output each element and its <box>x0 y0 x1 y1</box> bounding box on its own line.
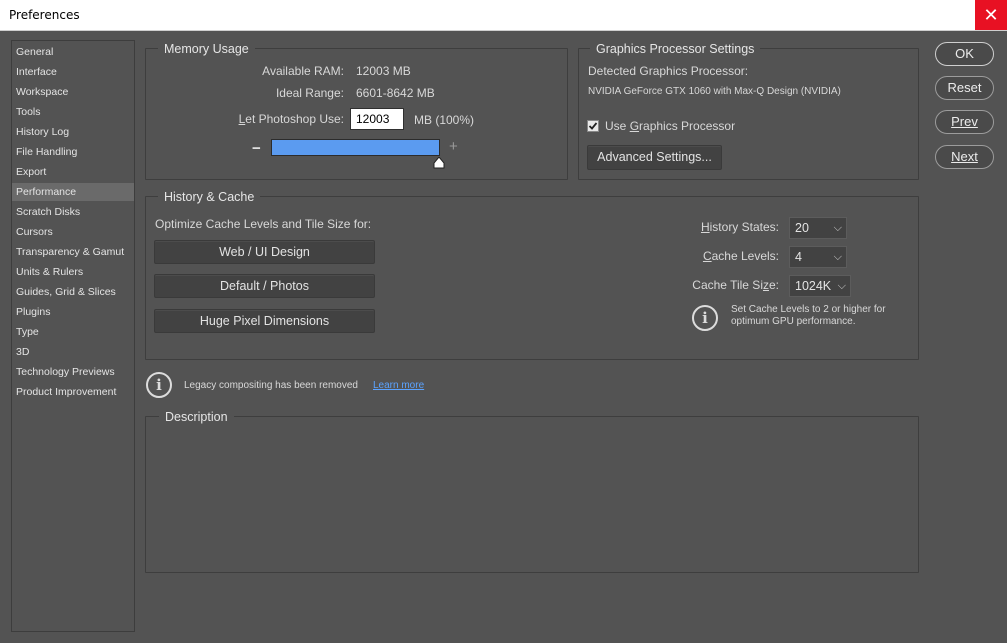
cache-tile-size-value: 1024K <box>795 279 832 293</box>
legacy-compositing-notice: Legacy compositing has been removed <box>184 380 358 391</box>
sidebar-item-scratch-disks[interactable]: Scratch Disks <box>12 203 134 221</box>
info-icon: i <box>692 305 718 331</box>
chevron-down-icon[interactable]: ⌵ <box>834 247 842 267</box>
sidebar-item-units-rulers[interactable]: Units & Rulers <box>12 263 134 281</box>
cache-tile-size-label: Cache Tile Size: <box>692 278 779 292</box>
use-gpu-label: Use Graphics Processor <box>605 119 736 133</box>
next-button[interactable]: Next <box>935 145 994 169</box>
sidebar-item-file-handling[interactable]: File Handling <box>12 143 134 161</box>
prev-button[interactable]: Prev <box>935 110 994 134</box>
ideal-range-label: Ideal Range: <box>275 86 344 100</box>
reset-button[interactable]: Reset <box>935 76 994 100</box>
chevron-down-icon: ⌵ <box>837 280 846 292</box>
close-button[interactable]: ✕ <box>975 0 1007 30</box>
detected-gpu-label: Detected Graphics Processor: <box>588 64 749 78</box>
sidebar-item-history-log[interactable]: History Log <box>12 123 134 141</box>
close-icon: ✕ <box>983 5 999 25</box>
sidebar-item-transparency-gamut[interactable]: Transparency & Gamut <box>12 243 134 261</box>
next-button-label: Next <box>951 149 978 164</box>
slider-thumb-icon <box>433 157 445 169</box>
cache-levels-field[interactable]: 4 ⌵ <box>789 246 847 268</box>
sidebar-item-general[interactable]: General <box>12 43 134 61</box>
available-ram-label: Available RAM: <box>262 64 344 78</box>
sidebar-item-guides-grid-slices[interactable]: Guides, Grid & Slices <box>12 283 134 301</box>
memory-usage-title: Memory Usage <box>158 42 255 56</box>
memory-unit-label: MB (100%) <box>414 113 475 127</box>
advanced-settings-button[interactable]: Advanced Settings... <box>587 145 722 170</box>
memory-slider-fill <box>272 140 439 155</box>
memory-amount-field[interactable]: 12003 <box>350 108 404 130</box>
window-title: Preferences <box>9 8 80 22</box>
sidebar-item-technology-previews[interactable]: Technology Previews <box>12 363 134 381</box>
cache-tile-size-select[interactable]: 1024K ⌵ <box>789 275 851 297</box>
sidebar-item-interface[interactable]: Interface <box>12 63 134 81</box>
description-title: Description <box>159 410 234 424</box>
detected-gpu-value: NVIDIA GeForce GTX 1060 with Max-Q Desig… <box>588 86 841 97</box>
use-gpu-checkbox[interactable] <box>587 120 599 132</box>
web-ui-design-button[interactable]: Web / UI Design <box>154 240 375 264</box>
prev-button-label: Prev <box>951 114 978 129</box>
let-photoshop-use-label: Let Photoshop Use: <box>238 112 344 126</box>
available-ram-value: 12003 MB <box>356 64 411 78</box>
sidebar-item-cursors[interactable]: Cursors <box>12 223 134 241</box>
sidebar-item-3d[interactable]: 3D <box>12 343 134 361</box>
category-sidebar: General Interface Workspace Tools History Lo… <box>11 40 135 632</box>
chevron-down-icon[interactable]: ⌵ <box>834 218 842 238</box>
memory-increase-icon[interactable]: + <box>449 138 458 155</box>
sidebar-item-workspace[interactable]: Workspace <box>12 83 134 101</box>
sidebar-item-export[interactable]: Export <box>12 163 134 181</box>
let-photoshop-use-text: et Photoshop Use: <box>245 112 344 126</box>
info-icon: i <box>146 372 172 398</box>
huge-pixel-dimensions-button[interactable]: Huge Pixel Dimensions <box>154 309 375 333</box>
sidebar-item-type[interactable]: Type <box>12 323 134 341</box>
default-photos-button[interactable]: Default / Photos <box>154 274 375 298</box>
history-states-label: History States: <box>700 220 779 234</box>
gpu-cache-hint-line1: Set Cache Levels to 2 or higher for <box>731 304 886 315</box>
gpu-settings-title: Graphics Processor Settings <box>590 42 761 56</box>
sidebar-item-plugins[interactable]: Plugins <box>12 303 134 321</box>
history-states-field[interactable]: 20 ⌵ <box>789 217 847 239</box>
optimize-label: Optimize Cache Levels and Tile Size for: <box>155 217 372 231</box>
sidebar-item-product-improvement[interactable]: Product Improvement <box>12 383 134 401</box>
ok-button[interactable]: OK <box>935 42 994 66</box>
gpu-cache-hint-line2: optimum GPU performance. <box>731 316 856 327</box>
sidebar-item-tools[interactable]: Tools <box>12 103 134 121</box>
cache-levels-label: Cache Levels: <box>702 249 779 263</box>
description-group <box>145 416 919 573</box>
cache-levels-value: 4 <box>795 250 802 264</box>
learn-more-link[interactable]: Learn more <box>373 380 424 391</box>
title-bar: Preferences ✕ <box>0 0 1007 31</box>
history-states-value: 20 <box>795 221 809 235</box>
sidebar-item-performance[interactable]: Performance <box>12 183 134 201</box>
memory-decrease-icon[interactable]: − <box>252 140 261 157</box>
memory-slider-track[interactable] <box>271 139 440 156</box>
check-icon <box>588 122 598 130</box>
ideal-range-value: 6601-8642 MB <box>356 86 435 100</box>
history-cache-title: History & Cache <box>158 190 261 204</box>
